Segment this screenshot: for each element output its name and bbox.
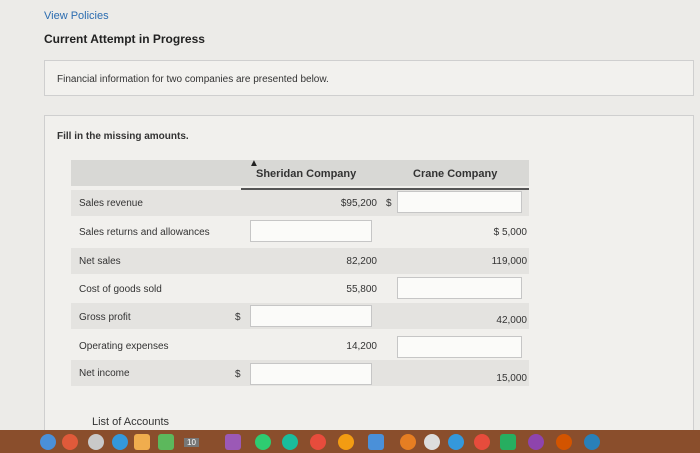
crane-net-sales-value: 119,000 — [491, 256, 527, 267]
music-icon[interactable] — [310, 434, 326, 450]
dollar-sign: $ — [386, 198, 392, 209]
crane-sales-revenue-input[interactable] — [397, 191, 522, 213]
preferences-icon[interactable] — [400, 434, 416, 450]
row-label-net-income: Net income — [79, 368, 130, 379]
powerpoint-icon[interactable] — [474, 434, 490, 450]
app-store-icon[interactable] — [368, 434, 384, 450]
notes-icon[interactable] — [158, 434, 174, 450]
row-label-operating-expenses: Operating expenses — [79, 341, 169, 352]
chrome-icon[interactable] — [424, 434, 440, 450]
crane-gross-profit-value: 42,000 — [496, 315, 527, 326]
photos-icon[interactable] — [225, 434, 241, 450]
sheridan-cogs-value: 55,800 — [346, 284, 377, 295]
finder-icon[interactable] — [40, 434, 56, 450]
sheridan-gross-profit-input[interactable] — [250, 305, 372, 327]
launchpad-icon[interactable] — [62, 434, 78, 450]
crane-sales-returns-value: $ 5,000 — [493, 227, 527, 238]
sheridan-net-sales-value: 82,200 — [346, 256, 377, 267]
row-label-gross-profit: Gross profit — [79, 312, 131, 323]
intro-panel: Financial information for two companies … — [44, 60, 694, 96]
column-header-crane: Crane Company — [413, 168, 498, 180]
crane-net-income-value: 15,000 — [496, 373, 527, 384]
messages-icon[interactable] — [255, 434, 271, 450]
calendar-icon[interactable]: 10 — [184, 438, 199, 447]
sheridan-net-income-input[interactable] — [250, 363, 372, 385]
instruction-text: Fill in the missing amounts. — [57, 131, 189, 142]
dollar-sign: $ — [235, 312, 241, 323]
facetime-icon[interactable] — [282, 434, 298, 450]
row-label-sales-returns: Sales returns and allowances — [79, 227, 210, 238]
crane-operating-expenses-input[interactable] — [397, 336, 522, 358]
onenote-icon[interactable] — [528, 434, 544, 450]
crane-cogs-input[interactable] — [397, 277, 522, 299]
word-icon[interactable] — [448, 434, 464, 450]
mail-icon[interactable] — [112, 434, 128, 450]
safari-icon[interactable] — [88, 434, 104, 450]
row-label-sales-revenue: Sales revenue — [79, 198, 143, 209]
column-header-sheridan: Sheridan Company — [256, 168, 357, 180]
attempt-title: Current Attempt in Progress — [44, 32, 205, 46]
list-of-accounts-link[interactable]: List of Accounts — [92, 416, 169, 428]
books-icon[interactable] — [338, 434, 354, 450]
row-label-net-sales: Net sales — [79, 256, 121, 267]
pages-icon[interactable] — [556, 434, 572, 450]
outlook-icon[interactable] — [584, 434, 600, 450]
sheridan-operating-expenses-value: 14,200 — [346, 341, 377, 352]
excel-icon[interactable] — [500, 434, 516, 450]
intro-text: Financial information for two companies … — [57, 74, 329, 85]
exercise-panel: Fill in the missing amounts. ▲ Sheridan … — [44, 115, 694, 435]
dollar-sign: $ — [235, 369, 241, 380]
sheridan-sales-returns-input[interactable] — [250, 220, 372, 242]
contacts-icon[interactable] — [134, 434, 150, 450]
row-label-cogs: Cost of goods sold — [79, 284, 162, 295]
view-policies-link[interactable]: View Policies — [44, 10, 109, 22]
sheridan-sales-revenue-value: $95,200 — [340, 198, 377, 209]
table-row — [71, 248, 529, 274]
